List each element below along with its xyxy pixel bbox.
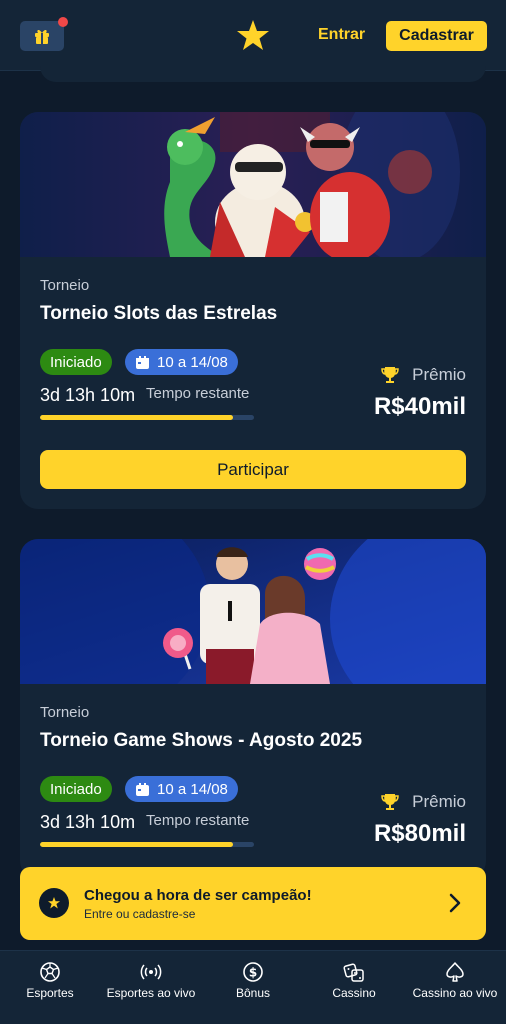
nav-label: Esportes ao vivo xyxy=(106,986,196,1000)
tournament-banner-image xyxy=(20,539,486,684)
date-badge: 10 a 14/08 xyxy=(125,349,238,375)
star-logo-icon[interactable] xyxy=(235,18,271,54)
progress-fill xyxy=(40,415,233,420)
calendar-icon xyxy=(136,355,149,369)
tournament-title: Torneio Slots das Estrelas xyxy=(40,303,278,324)
progress-bar xyxy=(40,842,254,847)
svg-text:$: $ xyxy=(249,966,257,980)
nav-item-live-sports[interactable]: Esportes ao vivo xyxy=(101,951,201,1024)
prize-label: Prêmio xyxy=(380,365,466,385)
dice-icon xyxy=(343,963,364,982)
time-remaining-label: Tempo restante xyxy=(146,385,250,402)
nav-item-bonus[interactable]: $ Bônus xyxy=(203,951,303,1024)
trophy-icon xyxy=(381,794,399,810)
progress-fill xyxy=(40,842,233,847)
calendar-icon xyxy=(136,782,149,796)
tournament-type: Torneio xyxy=(40,277,90,294)
gift-button[interactable] xyxy=(20,17,68,51)
time-remaining-label: Tempo restante xyxy=(146,812,250,829)
date-range-text: 10 a 14/08 xyxy=(157,353,228,371)
star-badge-icon xyxy=(39,888,69,918)
tournament-banner-image xyxy=(20,112,486,257)
nav-label: Esportes xyxy=(26,986,74,1000)
tournament-type: Torneio xyxy=(40,704,90,721)
signup-button[interactable]: Cadastrar xyxy=(386,21,487,51)
progress-bar xyxy=(40,415,254,420)
nav-item-live-casino[interactable]: Cassino ao vivo xyxy=(405,951,505,1024)
prize-value: R$40mil xyxy=(373,393,466,420)
dollar-coin-icon: $ xyxy=(243,962,263,982)
time-remaining-value: 3d 13h 10m xyxy=(40,812,136,832)
nav-item-sports[interactable]: Esportes xyxy=(0,951,100,1024)
prize-label-text: Prêmio xyxy=(412,792,466,811)
status-badge: Iniciado xyxy=(40,349,112,375)
spade-icon xyxy=(446,962,464,982)
date-badge: 10 a 14/08 xyxy=(125,776,238,802)
login-link[interactable]: Entrar xyxy=(318,26,365,44)
top-header: Entrar Cadastrar xyxy=(0,0,506,70)
broadcast-icon xyxy=(140,964,162,980)
nav-label: Bônus xyxy=(235,986,271,1000)
tournament-card[interactable]: Torneio Torneio Slots das Estrelas Inici… xyxy=(20,112,486,509)
nav-label: Cassino ao vivo xyxy=(412,986,498,1000)
bottom-navigation: Esportes Esportes ao vivo $ Bônus Cassin… xyxy=(0,950,506,1024)
tournament-card[interactable]: Torneio Torneio Game Shows - Agosto 2025… xyxy=(20,539,486,879)
tournament-title: Torneio Game Shows - Agosto 2025 xyxy=(40,730,363,751)
notification-dot xyxy=(58,17,68,27)
gift-icon xyxy=(35,29,49,44)
chevron-right-icon[interactable] xyxy=(448,892,462,914)
trophy-icon xyxy=(381,367,399,383)
status-badge: Iniciado xyxy=(40,776,112,802)
previous-card-edge xyxy=(40,64,486,82)
prize-label: Prêmio xyxy=(380,792,466,812)
prize-value: R$80mil xyxy=(373,820,466,847)
prize-label-text: Prêmio xyxy=(412,365,466,384)
cta-title: Chegou a hora de ser campeão! xyxy=(84,887,312,904)
login-cta-banner[interactable]: Chegou a hora de ser campeão! Entre ou c… xyxy=(20,867,486,940)
cta-subtitle: Entre ou cadastre-se xyxy=(84,907,196,921)
soccer-ball-icon xyxy=(40,962,60,982)
join-button[interactable]: Participar xyxy=(40,450,466,489)
nav-item-casino[interactable]: Cassino xyxy=(304,951,404,1024)
time-remaining-value: 3d 13h 10m xyxy=(40,385,136,405)
date-range-text: 10 a 14/08 xyxy=(157,780,228,798)
nav-label: Cassino xyxy=(332,986,376,1000)
